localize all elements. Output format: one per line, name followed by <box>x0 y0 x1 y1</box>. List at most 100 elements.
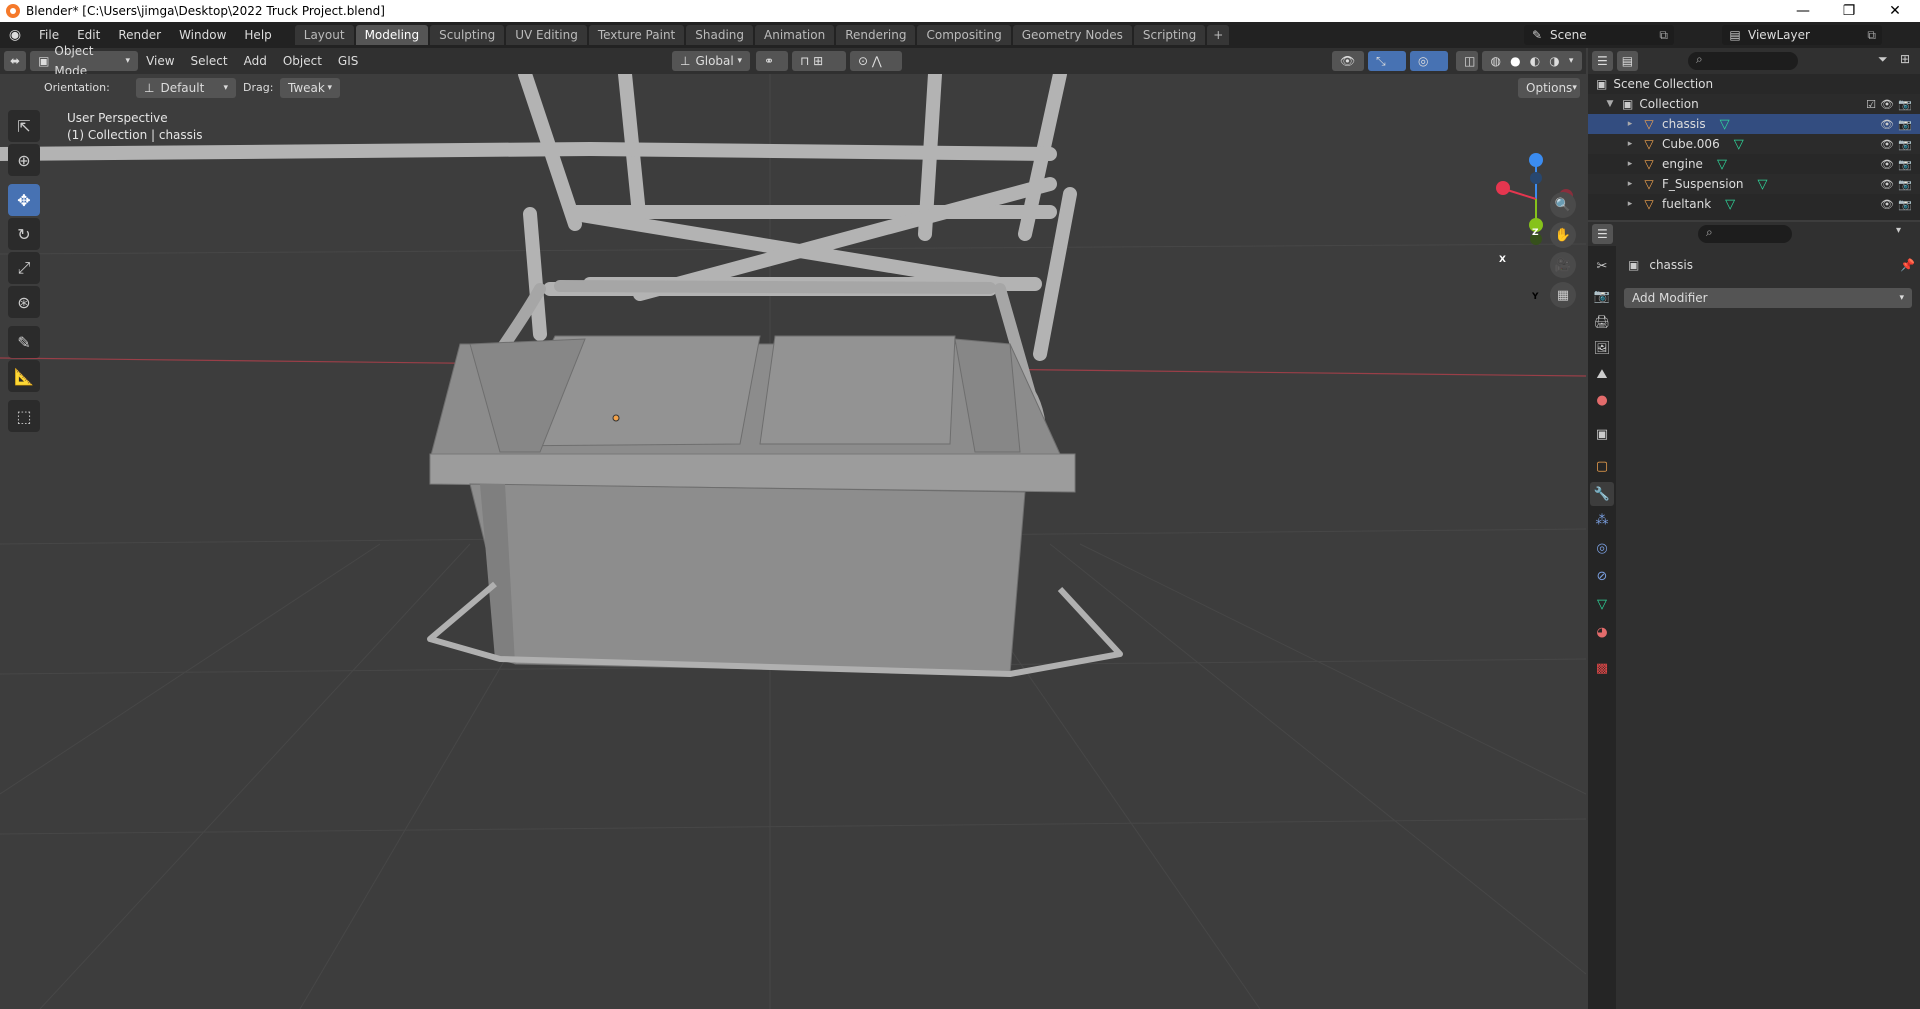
pan-hand-icon[interactable]: ✋ <box>1550 222 1576 248</box>
tab-scripting[interactable]: Scripting <box>1133 25 1206 45</box>
menu-gis[interactable]: GIS <box>330 48 366 74</box>
add-modifier-button[interactable]: Add Modifier ▾ <box>1624 288 1912 308</box>
outliner-item-chassis[interactable]: ▸ ▽ chassis ▽ 👁 📷 <box>1588 114 1920 134</box>
chevron-down-icon[interactable]: ▾ <box>1569 51 1574 71</box>
object-tab-icon[interactable]: ▢ <box>1590 454 1614 478</box>
cursor-tool-icon[interactable]: ⊕ <box>8 144 40 176</box>
tool-tab-icon[interactable]: ✂ <box>1590 254 1614 278</box>
wireframe-shading-icon[interactable]: ◍ <box>1491 51 1501 71</box>
filter-icon[interactable]: ⏷ <box>1878 52 1888 67</box>
minimize-button[interactable]: — <box>1780 0 1826 22</box>
eye-icon[interactable]: 👁 <box>1880 198 1894 211</box>
shading-mode-group[interactable]: ◍ ● ◐ ◑ ▾ <box>1482 51 1582 71</box>
tab-geometry-nodes[interactable]: Geometry Nodes <box>1012 25 1132 45</box>
close-button[interactable]: ✕ <box>1872 0 1918 22</box>
expand-triangle-icon[interactable]: ▼ <box>1604 99 1616 109</box>
outliner-item-f-suspension[interactable]: ▸ ▽ F_Suspension ▽ 👁 📷 <box>1588 174 1920 194</box>
tab-uv-editing[interactable]: UV Editing <box>506 25 587 45</box>
new-collection-icon[interactable]: ⊞ <box>1900 52 1910 66</box>
pivot-point-icon[interactable]: ⚭ <box>756 51 788 71</box>
solid-shading-icon[interactable]: ● <box>1510 51 1520 71</box>
texture-tab-icon[interactable]: ▩ <box>1590 656 1614 680</box>
eye-icon[interactable]: 👁 <box>1880 118 1894 131</box>
physics-tab-icon[interactable]: ◎ <box>1590 536 1614 560</box>
tab-layout[interactable]: Layout <box>294 25 354 45</box>
expand-triangle-icon[interactable]: ▸ <box>1624 119 1636 129</box>
view-layer-copy-icon[interactable]: ⧉ <box>1867 28 1876 43</box>
camera-icon[interactable]: 📷 <box>1898 178 1912 191</box>
xray-toggle-icon[interactable]: ◫ <box>1456 51 1478 71</box>
camera-icon[interactable]: 📷 <box>1898 118 1912 131</box>
outliner-collection[interactable]: ▼ ▣ Collection ☑ 👁 📷 <box>1588 94 1920 114</box>
transform-orientation-selector[interactable]: ⊥ Global ▾ <box>672 51 750 71</box>
material-tab-icon[interactable]: ◕ <box>1590 620 1614 644</box>
properties-editor-type-icon[interactable]: ☰ <box>1592 224 1613 244</box>
tab-compositing[interactable]: Compositing <box>917 25 1011 45</box>
tab-sculpting[interactable]: Sculpting <box>430 25 505 45</box>
outliner-scene-collection[interactable]: ▣ Scene Collection <box>1588 74 1920 94</box>
data-tab-icon[interactable]: ▽ <box>1590 592 1614 616</box>
expand-triangle-icon[interactable]: ▸ <box>1624 139 1636 149</box>
gizmo-toggle-icon[interactable]: ⤡ <box>1368 51 1406 71</box>
measure-tool-icon[interactable]: 📐 <box>8 360 40 392</box>
modifier-tab-icon[interactable]: 🔧 <box>1590 482 1614 506</box>
expand-triangle-icon[interactable]: ▸ <box>1624 159 1636 169</box>
material-shading-icon[interactable]: ◐ <box>1530 51 1540 71</box>
view-layer-tab-icon[interactable]: 🖼 <box>1590 336 1614 360</box>
add-workspace-button[interactable]: + <box>1207 25 1230 45</box>
tab-rendering[interactable]: Rendering <box>836 25 916 45</box>
outliner-editor-type-icon[interactable]: ☰ <box>1592 51 1613 71</box>
maximize-button[interactable]: ❐ <box>1826 0 1872 22</box>
drag-selector[interactable]: Tweak ▾ <box>280 78 340 98</box>
select-box-tool-icon[interactable]: ⇱ <box>8 110 40 142</box>
pin-icon[interactable]: 📌 <box>1900 258 1915 272</box>
outliner-search-input[interactable]: ⌕ <box>1688 52 1798 70</box>
display-mode-icon[interactable]: ▤ <box>1616 51 1639 71</box>
rendered-shading-icon[interactable]: ◑ <box>1549 51 1559 71</box>
tab-shading[interactable]: Shading <box>686 25 753 45</box>
camera-icon[interactable]: 📷 <box>1898 198 1912 211</box>
menu-add[interactable]: Add <box>236 48 275 74</box>
editor-type-icon[interactable]: ⬌ <box>4 51 27 71</box>
tab-texture-paint[interactable]: Texture Paint <box>588 25 685 45</box>
expand-triangle-icon[interactable]: ▸ <box>1624 199 1636 209</box>
tab-animation[interactable]: Animation <box>755 25 835 45</box>
outliner-item-cube-006[interactable]: ▸ ▽ Cube.006 ▽ 👁 📷 <box>1588 134 1920 154</box>
snap-icon[interactable]: ⊓ ⊞ <box>792 51 846 71</box>
zoom-icon[interactable]: 🔍 <box>1550 192 1576 218</box>
output-tab-icon[interactable]: 🖨 <box>1590 310 1614 334</box>
eye-icon[interactable]: 👁 <box>1880 158 1894 171</box>
collection-tab-icon[interactable]: ▣ <box>1590 422 1614 446</box>
chevron-down-icon[interactable]: ▾ <box>1896 225 1901 236</box>
particles-tab-icon[interactable]: ⁂ <box>1590 508 1614 532</box>
view-layer-selector[interactable]: ▤ ViewLayer ⧉ <box>1722 25 1882 45</box>
transform-tool-icon[interactable]: ⊛ <box>8 286 40 318</box>
menu-view[interactable]: View <box>138 48 182 74</box>
world-tab-icon[interactable]: ● <box>1590 388 1614 412</box>
scale-tool-icon[interactable]: ⤢ <box>8 252 40 284</box>
add-cube-tool-icon[interactable]: ⬚ <box>8 400 40 432</box>
options-button[interactable]: Options ▾ <box>1518 78 1580 98</box>
visibility-icon[interactable]: 👁 <box>1332 51 1364 71</box>
annotate-tool-icon[interactable]: ✎ <box>8 326 40 358</box>
orientation-selector[interactable]: ⊥ Default ▾ <box>136 78 236 98</box>
menu-object[interactable]: Object <box>275 48 330 74</box>
render-tab-icon[interactable]: 📷 <box>1590 284 1614 308</box>
scene-selector[interactable]: ✎ Scene ⧉ <box>1524 25 1674 45</box>
properties-search-input[interactable]: ⌕ <box>1698 225 1792 243</box>
constraints-tab-icon[interactable]: ⊘ <box>1590 564 1614 588</box>
3d-viewport[interactable]: X Y Z Orientation: ⊥ Default ▾ Drag: Twe… <box>0 74 1586 1009</box>
blender-menu-icon[interactable]: ◉ <box>0 27 30 43</box>
menu-select[interactable]: Select <box>183 48 236 74</box>
eye-icon[interactable]: 👁 <box>1880 98 1894 111</box>
camera-icon[interactable]: 📷 <box>1898 158 1912 171</box>
scene-copy-icon[interactable]: ⧉ <box>1659 28 1668 43</box>
mode-selector[interactable]: ▣ Object Mode ▾ <box>30 44 139 78</box>
camera-icon[interactable]: 📷 <box>1898 138 1912 151</box>
checkbox-icon[interactable]: ☑ <box>1866 98 1876 111</box>
camera-view-icon[interactable]: 🎥 <box>1550 252 1576 278</box>
menu-help[interactable]: Help <box>235 22 280 48</box>
scene-tab-icon[interactable]: ⛰ <box>1590 362 1614 386</box>
rotate-tool-icon[interactable]: ↻ <box>8 218 40 250</box>
overlay-toggle-icon[interactable]: ◎ <box>1410 51 1448 71</box>
